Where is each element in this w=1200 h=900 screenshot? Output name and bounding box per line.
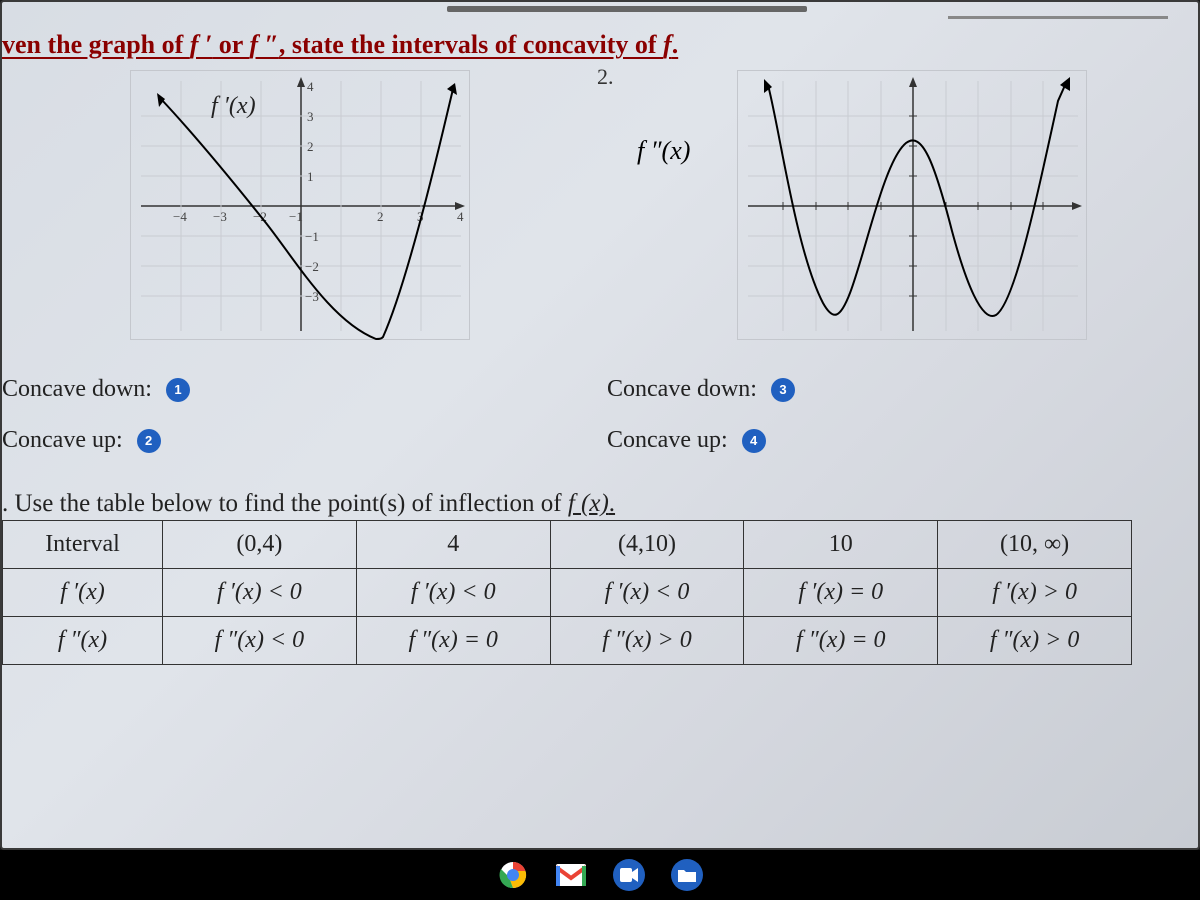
answers-2: Concave down: 3 Concave up: 4 xyxy=(607,340,1200,478)
th-5: (10, ∞) xyxy=(938,521,1132,569)
plot-1: −4 −3 −2 −1 2 3 4 4 3 2 1 −1 xyxy=(131,71,471,341)
badge-2[interactable]: 2 xyxy=(137,429,161,453)
r1-c4: f ′(x) = 0 xyxy=(744,569,938,617)
title-fprime: f ′ xyxy=(190,30,212,59)
concave-up-label-2: Concave up: xyxy=(607,427,728,454)
r1-label: f ′(x) xyxy=(3,569,163,617)
gmail-icon[interactable] xyxy=(555,859,587,891)
concave-down-1: Concave down: 1 xyxy=(2,376,597,403)
r2-label: f ″(x) xyxy=(3,617,163,665)
r1-c2: f ′(x) < 0 xyxy=(356,569,550,617)
svg-text:4: 4 xyxy=(457,209,464,224)
window-decoration xyxy=(948,16,1168,19)
worksheet-screen: ven the graph of f ′ or f ″, state the i… xyxy=(0,0,1200,850)
th-4: 10 xyxy=(744,521,938,569)
plot-1-box: −4 −3 −2 −1 2 3 4 4 3 2 1 −1 xyxy=(130,70,470,340)
th-3: (4,10) xyxy=(550,521,744,569)
svg-text:−1: −1 xyxy=(305,229,319,244)
problem-2-number: 2. xyxy=(597,64,614,90)
b-fx: f (x) xyxy=(568,490,609,517)
svg-text:2: 2 xyxy=(377,209,384,224)
r1-c3: f ′(x) < 0 xyxy=(550,569,744,617)
table-row: f ″(x) f ″(x) < 0 f ″(x) = 0 f ″(x) > 0 … xyxy=(3,617,1132,665)
title-or: or xyxy=(212,30,249,59)
section-title: ven the graph of f ′ or f ″, state the i… xyxy=(2,22,1200,66)
window-handle xyxy=(447,6,807,12)
plot-2 xyxy=(738,71,1088,341)
svg-text:−2: −2 xyxy=(305,259,319,274)
svg-text:3: 3 xyxy=(307,109,314,124)
th-2: 4 xyxy=(356,521,550,569)
problem-2: 2. f ″(x) xyxy=(607,66,1200,340)
r1-c1: f ′(x) < 0 xyxy=(163,569,357,617)
title-f: f xyxy=(663,30,672,59)
th-interval: Interval xyxy=(3,521,163,569)
chrome-icon[interactable] xyxy=(497,859,529,891)
concave-down-label-2: Concave down: xyxy=(607,376,757,403)
title-fdouble: f ″ xyxy=(249,30,279,59)
meet-icon[interactable] xyxy=(613,859,645,891)
svg-text:4: 4 xyxy=(307,79,314,94)
r2-c4: f ″(x) = 0 xyxy=(744,617,938,665)
svg-text:1: 1 xyxy=(307,169,314,184)
table-row: f ′(x) f ′(x) < 0 f ′(x) < 0 f ′(x) < 0 … xyxy=(3,569,1132,617)
title-suffix: , state the intervals of concavity of xyxy=(279,30,663,59)
problem-1: −4 −3 −2 −1 2 3 4 4 3 2 1 −1 xyxy=(2,66,597,340)
inflection-table: Interval (0,4) 4 (4,10) 10 (10, ∞) f ′(x… xyxy=(2,520,1132,665)
section-b: . Use the table below to find the point(… xyxy=(2,490,1200,665)
th-1: (0,4) xyxy=(163,521,357,569)
section-b-title: . Use the table below to find the point(… xyxy=(2,490,1200,518)
r1-c5: f ′(x) > 0 xyxy=(938,569,1132,617)
concave-up-2: Concave up: 4 xyxy=(607,427,1200,454)
plot2-label: f ″(x) xyxy=(637,136,690,166)
plot-2-box xyxy=(737,70,1087,340)
concave-up-label-1: Concave up: xyxy=(2,427,123,454)
svg-text:−3: −3 xyxy=(213,209,227,224)
problems-row: −4 −3 −2 −1 2 3 4 4 3 2 1 −1 xyxy=(2,66,1200,340)
worksheet-content: ven the graph of f ′ or f ″, state the i… xyxy=(2,22,1200,665)
r2-c1: f ″(x) < 0 xyxy=(163,617,357,665)
title-dot: . xyxy=(672,30,679,59)
answers-1: Concave down: 1 Concave up: 2 xyxy=(2,340,597,478)
taskbar xyxy=(0,850,1200,900)
files-icon[interactable] xyxy=(671,859,703,891)
b-lead: . Use the table below to find the point(… xyxy=(2,490,568,517)
concave-up-1: Concave up: 2 xyxy=(2,427,597,454)
svg-text:2: 2 xyxy=(307,139,314,154)
concave-down-label-1: Concave down: xyxy=(2,376,152,403)
badge-4[interactable]: 4 xyxy=(742,429,766,453)
r2-c5: f ″(x) > 0 xyxy=(938,617,1132,665)
badge-3[interactable]: 3 xyxy=(771,378,795,402)
table-row: Interval (0,4) 4 (4,10) 10 (10, ∞) xyxy=(3,521,1132,569)
r2-c2: f ″(x) = 0 xyxy=(356,617,550,665)
svg-text:−1: −1 xyxy=(289,209,303,224)
title-text-1: ven the graph of xyxy=(2,30,190,59)
answers-row: Concave down: 1 Concave up: 2 Concave do… xyxy=(2,340,1200,478)
b-dot: . xyxy=(609,490,615,517)
concave-down-2: Concave down: 3 xyxy=(607,376,1200,403)
plot1-label: f ′(x) xyxy=(211,93,256,119)
badge-1[interactable]: 1 xyxy=(166,378,190,402)
svg-text:−4: −4 xyxy=(173,209,187,224)
r2-c3: f ″(x) > 0 xyxy=(550,617,744,665)
